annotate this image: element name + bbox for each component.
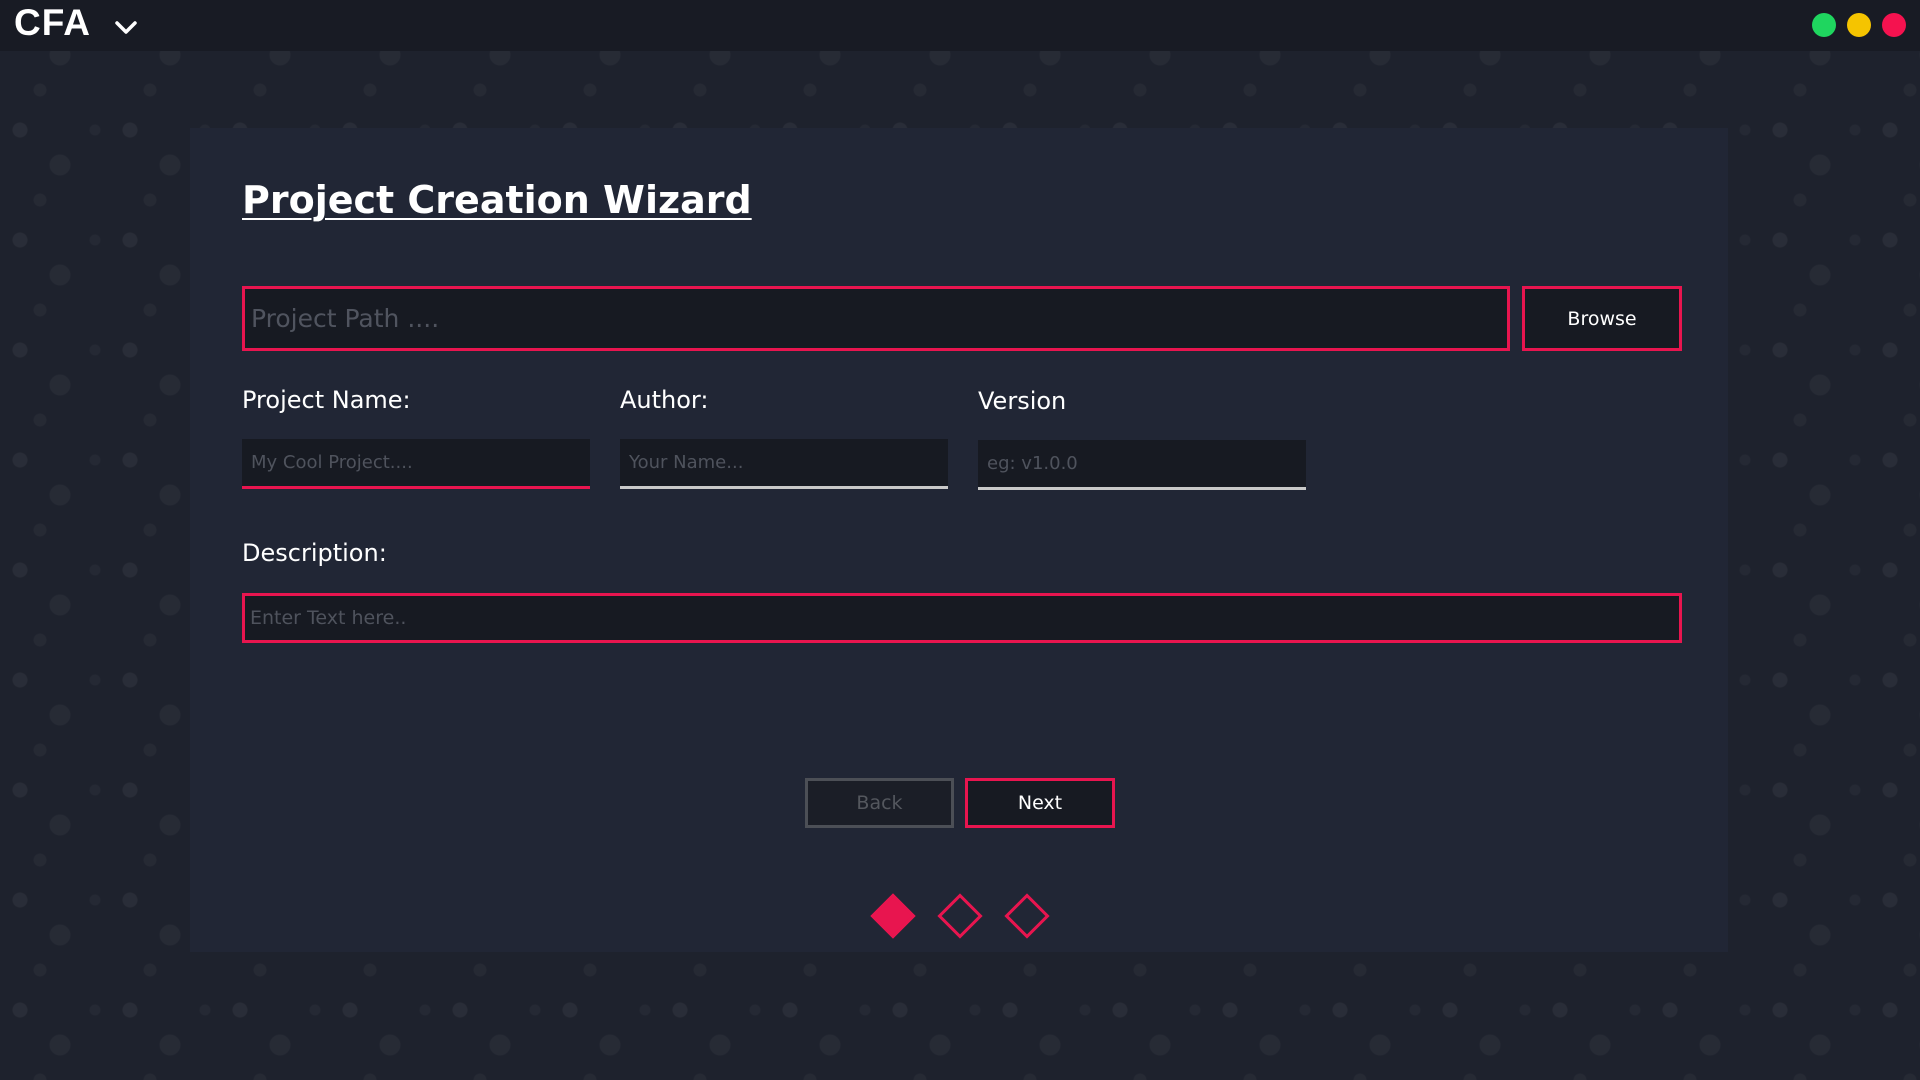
title-bar: CFA <box>0 0 1920 51</box>
author-label: Author: <box>620 386 709 414</box>
project-name-input[interactable] <box>242 439 590 489</box>
maximize-button[interactable] <box>1812 13 1836 37</box>
project-path-input[interactable] <box>242 286 1510 351</box>
minimize-button[interactable] <box>1847 13 1871 37</box>
chevron-down-icon[interactable] <box>113 16 139 38</box>
step-1-indicator <box>870 893 916 939</box>
author-input[interactable] <box>620 439 948 489</box>
next-button[interactable]: Next <box>965 778 1115 828</box>
back-button[interactable]: Back <box>805 778 954 828</box>
version-input[interactable] <box>978 440 1306 490</box>
project-name-label: Project Name: <box>242 386 411 414</box>
close-button[interactable] <box>1882 13 1906 37</box>
app-name: CFA <box>14 2 91 43</box>
description-input[interactable] <box>242 593 1682 643</box>
version-label: Version <box>978 387 1067 415</box>
page-title: Project Creation Wizard <box>242 178 752 222</box>
wizard-panel: Project Creation Wizard Browse Project N… <box>190 128 1728 952</box>
step-3-indicator <box>1004 893 1050 939</box>
browse-button[interactable]: Browse <box>1522 286 1682 351</box>
step-2-indicator <box>937 893 983 939</box>
description-label: Description: <box>242 539 387 567</box>
